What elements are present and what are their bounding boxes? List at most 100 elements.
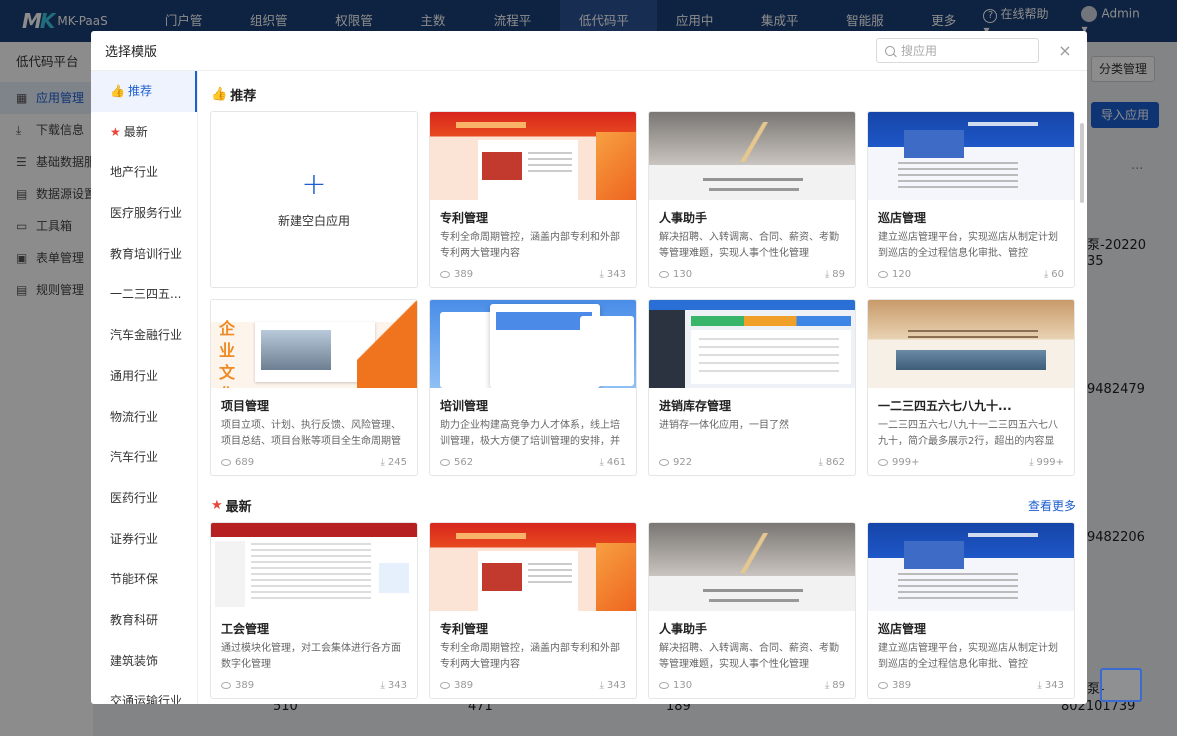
template-title: 人事助手 (659, 622, 708, 636)
template-thumbnail (868, 523, 1074, 611)
download-count-value: 245 (387, 457, 407, 468)
template-card[interactable]: 巡店管理 建立巡店管理平台，实现巡店从制定计划到巡店的全过程信息化审批、管控 12… (867, 111, 1075, 288)
category-label: 物流行业 (110, 409, 159, 424)
eye-icon (221, 458, 231, 466)
category-item[interactable]: ★ 最新 (91, 112, 197, 153)
template-title: 巡店管理 (878, 622, 927, 636)
category-label: 汽车行业 (110, 450, 159, 465)
download-icon: ⤓ (1037, 680, 1042, 691)
download-count: ⤓ 89 (825, 680, 845, 691)
download-count-value: 343 (1044, 680, 1064, 691)
template-description: 一二三四五六七八九十一二三四五六七八九十，简介最多展示2行，超出的内容显示... (878, 420, 1058, 447)
view-count: 389 (440, 680, 473, 691)
view-more-link[interactable]: 查看更多 (1028, 497, 1076, 514)
download-icon: ⤓ (824, 680, 830, 691)
download-icon: ⤓ (380, 680, 385, 691)
template-card[interactable]: 工会管理 通过模块化管理，对工会集体进行各方面数字化管理 389 ⤓ 343 (210, 522, 418, 699)
category-item[interactable]: 交通运输行业 (91, 681, 197, 704)
eye-icon (878, 270, 888, 278)
search-icon (885, 45, 895, 56)
template-card[interactable]: 人事助手 解决招聘、入转调离、合同、薪资、考勤等管理难题，实现人事个性化管理 130… (648, 111, 856, 288)
close-icon[interactable]: × (1057, 41, 1073, 60)
scrollbar[interactable] (1080, 123, 1084, 203)
template-thumbnail (649, 300, 855, 388)
download-icon: ⤓ (599, 457, 604, 468)
template-title: 专利管理 (440, 622, 489, 636)
download-icon: ⤓ (599, 269, 604, 280)
download-count-value: 461 (606, 457, 626, 468)
modal-title: 选择模版 (105, 45, 158, 60)
section-latest: ★ 最新 查看更多 (211, 496, 1076, 515)
template-card[interactable]: 巡店管理 建立巡店管理平台，实现巡店从制定计划到巡店的全过程信息化审批、管控 38… (867, 522, 1075, 699)
template-card[interactable]: 人事助手 解决招聘、入转调离、合同、薪资、考勤等管理难题，实现人事个性化管理 130… (648, 522, 856, 699)
download-count-value: 999+ (1036, 457, 1064, 468)
download-icon: ⤓ (380, 457, 385, 468)
view-count: 120 (878, 269, 911, 280)
download-icon: ⤓ (599, 680, 604, 691)
template-title: 一二三四五六七八九十... (878, 399, 1012, 413)
view-count-value: 130 (673, 680, 693, 691)
template-description: 通过模块化管理，对工会集体进行各方面数字化管理 (221, 643, 401, 670)
plus-icon: + (301, 167, 327, 202)
template-title: 培训管理 (440, 399, 489, 413)
template-description: 专利全命周期管控，涵盖内部专利和外部专利两大管理内容 (440, 643, 620, 670)
view-count: 389 (878, 680, 911, 691)
template-modal: 选择模版 搜应用 × 👍 推荐 ★ 最新 地产行业 医疗服务行业 教育培训行业 一二三四五..… (91, 31, 1087, 704)
category-item[interactable]: 汽车金融行业 (91, 315, 197, 356)
template-card[interactable]: 企业文化项目管理项目立项、计划、执行反馈、风险管理、项目总结、项目台账等项目全生… (210, 299, 418, 476)
category-label: 建筑装饰 (110, 653, 159, 668)
download-count-value: 89 (832, 680, 845, 691)
template-card[interactable]: 一二三四五六七八九十... 一二三四五六七八九十一二三四五六七八九十，简介最多展示… (867, 299, 1075, 476)
category-item[interactable]: 👍 推荐 (91, 71, 197, 112)
category-item[interactable]: 一二三四五... (91, 274, 197, 315)
category-item[interactable]: 汽车行业 (91, 437, 197, 478)
template-thumbnail: 企业文化 (211, 300, 417, 388)
category-item[interactable]: 通用行业 (91, 356, 197, 397)
category-item[interactable]: 医疗服务行业 (91, 193, 197, 234)
thumbs-up-icon: 👍 (211, 87, 228, 102)
thumbs-up-icon: 👍 (110, 84, 125, 98)
star-icon: ★ (211, 498, 223, 513)
view-count-value: 120 (892, 269, 912, 280)
eye-icon (440, 458, 450, 466)
template-description: 建立巡店管理平台，实现巡店从制定计划到巡店的全过程信息化审批、管控 (878, 232, 1058, 259)
search-placeholder: 搜应用 (901, 44, 938, 58)
search-input[interactable]: 搜应用 (876, 38, 1039, 63)
template-card[interactable]: 培训管理 助力企业构建高竞争力人才体系，线上培训管理，极大方便了培训管理的安排，并… (429, 299, 637, 476)
eye-icon (221, 681, 231, 689)
view-count-value: 689 (235, 457, 255, 468)
eye-icon (878, 681, 888, 689)
eye-icon (440, 270, 450, 278)
download-count: ⤓ 245 (380, 457, 407, 468)
template-card[interactable]: 进销库存管理 进销存一体化应用，一目了然 922 ⤓ 862 (648, 299, 856, 476)
template-title: 专利管理 (440, 211, 489, 225)
view-count-value: 999+ (892, 457, 920, 468)
category-item[interactable]: 地产行业 (91, 152, 197, 193)
view-count-value: 562 (454, 457, 474, 468)
category-label: 地产行业 (110, 165, 159, 180)
category-sidebar: 👍 推荐 ★ 最新地产行业医疗服务行业教育培训行业一二三四五... 汽车金融行业 通用行业… (91, 71, 198, 704)
new-blank-app-label: 新建空白应用 (277, 214, 350, 228)
category-item[interactable]: 建筑装饰 (91, 641, 197, 682)
category-item[interactable]: 教育科研 (91, 600, 197, 641)
download-count: ⤓ 343 (599, 680, 626, 691)
new-blank-app-card[interactable]: + 新建空白应用 (210, 111, 418, 288)
template-thumbnail (430, 523, 636, 611)
template-description: 项目立项、计划、执行反馈、风险管理、项目总结、项目台账等项目全生命周期管理 (221, 420, 401, 447)
template-thumbnail (649, 523, 855, 611)
category-item[interactable]: 证券行业 (91, 519, 197, 560)
category-item[interactable]: 节能环保 (91, 559, 197, 600)
template-card[interactable]: 专利管理 专利全命周期管控，涵盖内部专利和外部专利两大管理内容 389 ⤓ 343 (429, 111, 637, 288)
download-count-value: 343 (606, 680, 626, 691)
category-label: 教育培训行业 (110, 246, 183, 261)
download-icon: ⤓ (818, 457, 823, 468)
template-card[interactable]: 专利管理专利全命周期管控，涵盖内部专利和外部专利两大管理内容 389 ⤓ 343 (429, 522, 637, 699)
category-item[interactable]: 物流行业 (91, 397, 197, 438)
guide-book-icon[interactable] (1100, 668, 1142, 702)
view-count: 562 (440, 457, 473, 468)
view-count: 130 (659, 269, 692, 280)
download-count-value: 89 (832, 269, 845, 280)
category-item[interactable]: 教育培训行业 (91, 234, 197, 275)
category-item[interactable]: 医药行业 (91, 478, 197, 519)
category-label: 最新 (123, 124, 148, 139)
